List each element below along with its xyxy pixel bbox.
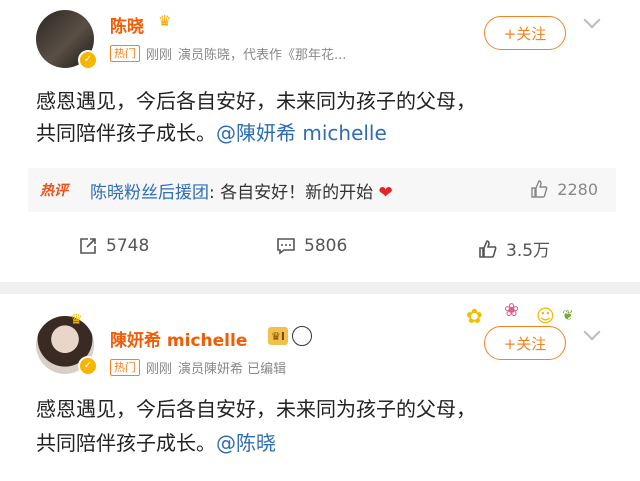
post-text: 共同陪伴孩子成长。 — [36, 121, 216, 145]
hot-tag: 热门 — [110, 45, 140, 62]
post-source: 演员陈晓，代表作《那年花... — [178, 48, 347, 63]
comment-icon — [277, 238, 295, 255]
chevron-down-icon[interactable] — [583, 323, 601, 341]
like-count: 3.5万 — [506, 241, 551, 261]
post-meta: 热门 刚刚 演员陈晓，代表作《那年花... — [110, 44, 346, 63]
hot-comment-icon: 热评 — [40, 183, 68, 199]
post-time: 刚刚 — [146, 48, 173, 63]
thumbs-up-icon — [531, 180, 548, 198]
thumbs-up-icon — [479, 239, 497, 258]
repost-icon — [80, 238, 96, 254]
crown-icon: ♛ — [158, 12, 172, 30]
post-text-line1: 感恩遇见，今后各自安好，未来同为孩子的父母， — [36, 397, 476, 421]
post-time: 刚刚 — [146, 362, 173, 377]
hot-comment-like[interactable]: 2280 — [529, 179, 598, 199]
username[interactable]: 陳妍希 michelle — [110, 326, 247, 351]
panda-icon — [291, 326, 312, 346]
post-card-chenyanxi: ✓ ♛ 陳妍希 michelle ♛ I 热门 刚刚 演员陳妍希 已编辑 ✿ ❀… — [0, 294, 640, 481]
user-badges: ♛ I — [268, 326, 312, 346]
post-text: 共同陪伴孩子成长。 — [36, 431, 216, 455]
mention-link[interactable]: @陈晓 — [216, 431, 276, 455]
comment-button[interactable]: 5806 — [276, 236, 347, 256]
post-card-chenxiao: ✓ 陈晓 ♛ 热门 刚刚 演员陈晓，代表作《那年花... +关注 感恩遇见，今后… — [0, 0, 640, 282]
post-text-line2: 共同陪伴孩子成长。@陈晓 — [36, 426, 276, 460]
hot-tag: 热门 — [110, 359, 140, 376]
follow-button[interactable]: +关注 — [484, 16, 566, 50]
hot-comment-likes: 2280 — [557, 179, 598, 199]
post-meta: 热门 刚刚 演员陳妍希 已编辑 — [110, 358, 286, 377]
verified-icon: ✓ — [78, 50, 98, 70]
chevron-down-icon[interactable] — [583, 11, 601, 29]
follow-button[interactable]: +关注 — [484, 326, 566, 360]
hot-comment-body: 陈晓粉丝后援团: 各自安好！新的开始 ❤ — [90, 178, 393, 203]
heart-emoji: ❤ — [378, 183, 393, 203]
hot-comment-text: : 各自安好！新的开始 — [209, 183, 374, 203]
action-bar: 5748 5806 3.5万 — [0, 236, 640, 272]
verified-icon: ✓ — [78, 356, 98, 376]
post-text-line1: 感恩遇见，今后各自安好，未来同为孩子的父母， — [36, 89, 476, 113]
comment-count: 5806 — [304, 236, 348, 256]
username[interactable]: 陈晓 — [110, 12, 144, 37]
level-badge-text: I — [280, 329, 285, 343]
crown-icon: ♛ — [70, 312, 83, 328]
hot-comment-author[interactable]: 陈晓粉丝后援团 — [90, 183, 209, 203]
repost-button[interactable]: 5748 — [78, 236, 149, 256]
repost-count: 5748 — [106, 236, 150, 256]
mention-link[interactable]: @陳妍希 michelle — [216, 121, 387, 145]
hot-comment[interactable]: 热评 陈晓粉丝后援团: 各自安好！新的开始 ❤ 2280 — [28, 168, 616, 212]
like-button[interactable]: 3.5万 — [478, 236, 550, 261]
post-source: 演员陳妍希 已编辑 — [178, 362, 287, 377]
post-text-line2: 共同陪伴孩子成长。@陳妍希 michelle — [36, 116, 387, 150]
level-badge: ♛ I — [268, 327, 288, 345]
